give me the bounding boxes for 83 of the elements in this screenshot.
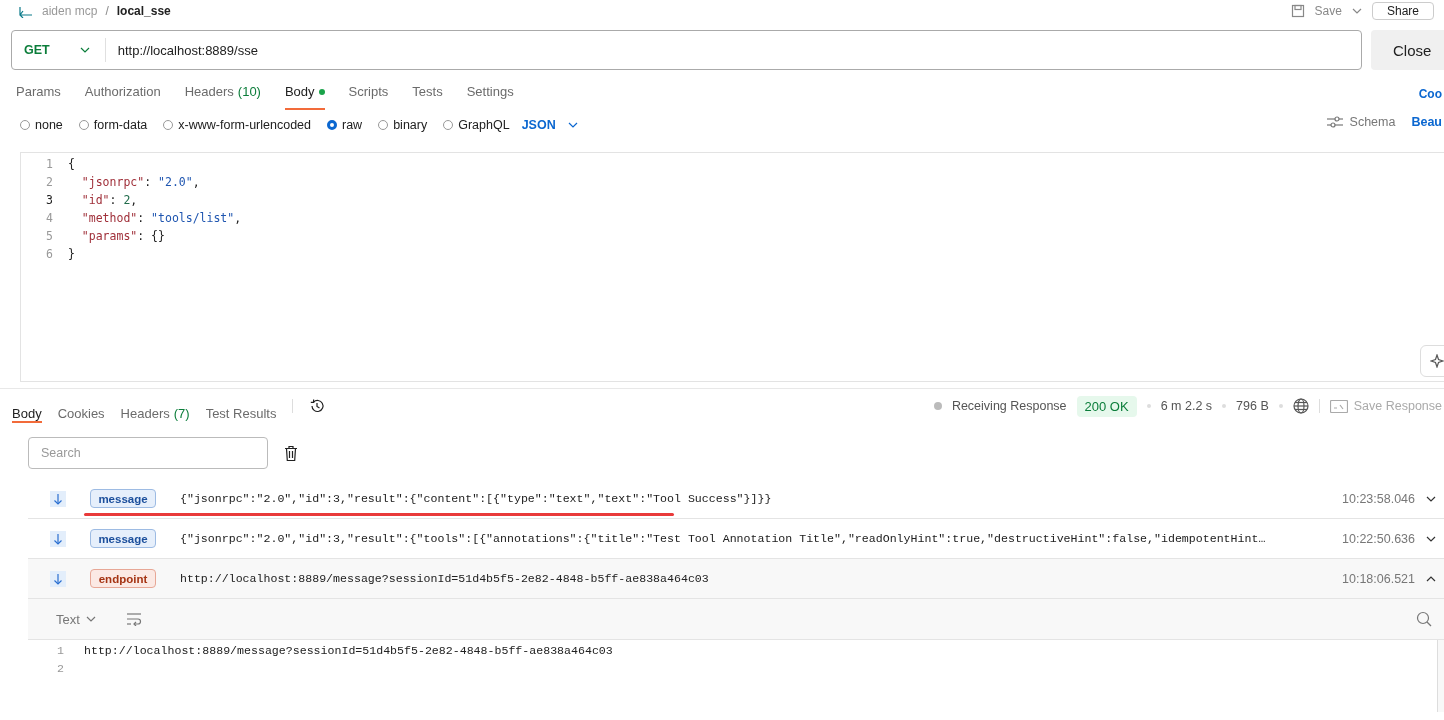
search-field[interactable]: Search <box>28 437 268 469</box>
code-line: "jsonrpc": "2.0", <box>80 174 201 191</box>
event-type-badge: message <box>90 529 156 548</box>
line-number: 3 <box>46 192 53 209</box>
close-button[interactable]: Close <box>1371 30 1444 70</box>
chevron-up-icon <box>1426 575 1436 582</box>
body-type-radio[interactable]: none <box>20 118 63 132</box>
chevron-down-icon <box>79 47 90 53</box>
share-button[interactable]: Share <box>1371 2 1434 20</box>
globe-icon <box>1292 398 1309 414</box>
event-type-badge: message <box>90 489 156 508</box>
response-tab[interactable]: Cookies <box>57 397 105 423</box>
line-number: 2 <box>46 174 53 191</box>
code-line: http://localhost:8889/message?sessionId=51d4b5f5-2e82-4848-b5ff-ae838a464c03 <box>84 643 613 659</box>
body-type-radio[interactable]: form-data <box>78 118 148 132</box>
response-tab[interactable]: Test Results <box>205 397 277 423</box>
status-dot <box>933 402 942 410</box>
body-type-radio[interactable]: GraphQL <box>443 118 510 132</box>
save-icon <box>1290 4 1305 18</box>
url-field[interactable]: http://localhost:8889/sse <box>105 42 258 58</box>
event-time: 10:18:06.521 <box>1342 571 1416 586</box>
beautify-link[interactable]: Beau <box>1411 115 1442 129</box>
body-type-radio[interactable]: x-www-form-urlencoded <box>163 118 311 132</box>
line-number: 2 <box>56 661 65 677</box>
request-tab[interactable]: Params <box>16 84 61 110</box>
request-tab[interactable]: Scripts <box>348 84 389 110</box>
event-data: {"jsonrpc":"2.0","id":3,"result":{"tools":[{"annotations":{"title":"Test Tool Annotation Title","readOnlyHint":true,"destructiveHint":false,"idempotentHint… <box>180 532 1267 545</box>
format-dropdown[interactable]: Text <box>56 611 96 627</box>
status-code-badge: 200 OK <box>1076 395 1137 417</box>
body-type-radio[interactable]: raw <box>327 118 363 132</box>
trash-icon <box>284 444 298 462</box>
event-data: {"jsonrpc":"2.0","id":3,"result":{"content":[{"type":"text","text":"Tool Success"}]}} <box>180 492 773 505</box>
request-tab[interactable]: Tests <box>412 84 443 110</box>
breadcrumb-separator: / <box>105 4 109 18</box>
chevron-down-icon <box>567 122 578 128</box>
code-line: "id": 2, <box>80 192 139 209</box>
sliders-icon <box>1325 115 1344 129</box>
arrow-down-icon <box>53 572 63 585</box>
event-type-badge: endpoint <box>90 569 156 588</box>
line-number: 1 <box>46 156 53 173</box>
line-number: 4 <box>46 210 53 227</box>
code-line: "params": {} <box>80 228 166 245</box>
wrap-icon <box>125 612 142 626</box>
chevron-down-icon <box>1426 535 1436 542</box>
response-time: 6 m 2.2 s <box>1160 399 1213 413</box>
line-number: 6 <box>46 246 53 263</box>
request-name: local_sse <box>116 4 171 18</box>
breadcrumb-link[interactable]: aiden mcp <box>42 4 98 18</box>
chevron-down-icon <box>85 616 96 622</box>
format-dropdown[interactable]: JSON <box>521 118 578 132</box>
request-tab[interactable]: Body <box>284 84 325 110</box>
sparkle-icon <box>1430 354 1444 368</box>
cookies-link[interactable]: Coo <box>1418 87 1442 101</box>
response-tab[interactable]: Headers (7) <box>120 397 190 423</box>
arrow-down-icon <box>53 532 63 545</box>
code-line: { <box>68 156 76 173</box>
code-editor[interactable]: 1 2 3 4 5 6 { "jsonrpc": "2.0", "id": 2, "method": "tools/list", "params": {} } <box>20 152 1444 382</box>
event-row[interactable]: endpoint http://localhost:8889/message?sessionId=51d4b5f5-2e82-4848-b5ff-ae838a464c03 10:18:06.521 <box>28 559 1444 599</box>
chevron-down-icon <box>1426 495 1436 502</box>
schema-button[interactable]: Schema <box>1325 115 1396 129</box>
line-number: 1 <box>56 643 65 659</box>
line-number: 5 <box>46 228 53 245</box>
response-tab[interactable]: Body <box>12 397 42 423</box>
event-data: http://localhost:8889/message?sessionId=51d4b5f5-2e82-4848-b5ff-ae838a464c03 <box>180 572 710 585</box>
search-icon <box>1416 611 1432 627</box>
floating-button[interactable] <box>1420 345 1444 377</box>
event-time: 10:22:50.636 <box>1342 531 1416 546</box>
request-tab[interactable]: Headers (10) <box>184 84 261 110</box>
body-type-radio[interactable]: binary <box>378 118 428 132</box>
event-row[interactable]: message {"jsonrpc":"2.0","id":3,"result":{"content":[{"type":"text","text":"Tool Success"}]}} 10:23:58.046 <box>28 479 1444 519</box>
response-size: 796 B <box>1236 399 1269 413</box>
event-time: 10:23:58.046 <box>1342 491 1416 506</box>
code-line: } <box>68 246 76 263</box>
request-tab[interactable]: Settings <box>466 84 514 110</box>
request-tab[interactable]: Authorization <box>84 84 161 110</box>
code-line: "method": "tools/list", <box>80 210 242 227</box>
save-button[interactable]: Save <box>1314 4 1342 18</box>
example-icon <box>1329 399 1348 413</box>
status-text: Receiving Response <box>951 399 1067 413</box>
arrow-down-icon <box>53 492 63 505</box>
chevron-down-icon <box>1351 8 1362 14</box>
method-dropdown[interactable]: GET <box>12 38 106 62</box>
history-icon <box>309 398 326 414</box>
